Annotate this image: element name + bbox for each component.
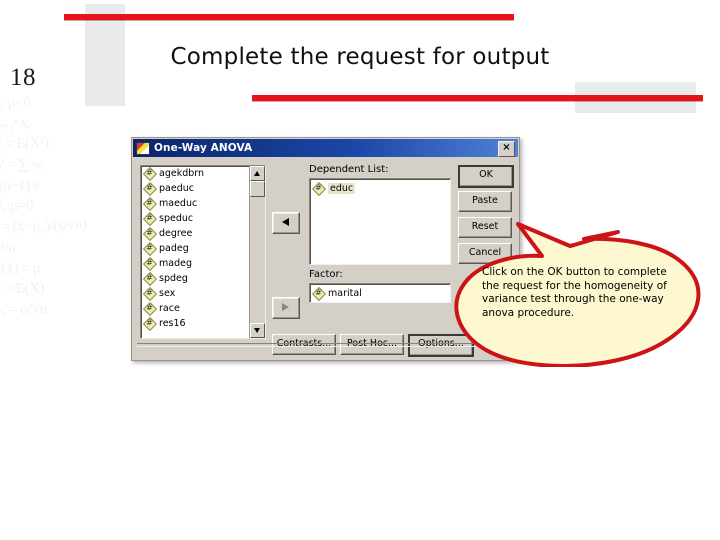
list-item[interactable]: marital: [310, 286, 362, 300]
move-to-dependent-list-button[interactable]: [272, 212, 300, 234]
list-item[interactable]: maeduc: [141, 196, 249, 211]
scale-variable-icon: [144, 242, 155, 254]
paste-button[interactable]: Paste: [458, 191, 512, 212]
dialog-titlebar: One-Way ANOVA ×: [133, 139, 518, 157]
list-item[interactable]: paeduc: [141, 181, 249, 196]
list-item[interactable]: res16: [141, 316, 249, 331]
list-item[interactable]: madeg: [141, 256, 249, 271]
scroll-up-icon[interactable]: [250, 166, 265, 181]
dependent-variable-name: educ: [328, 182, 356, 194]
variable-name: race: [159, 303, 180, 314]
callout-text: Click on the OK button to complete the r…: [482, 266, 667, 319]
list-item[interactable]: padeg: [141, 241, 249, 256]
list-item[interactable]: race: [141, 301, 249, 316]
scale-variable-icon: [313, 182, 324, 194]
decorative-red-bar-top: [64, 14, 514, 20]
variable-name: speduc: [159, 213, 194, 224]
variable-name: agekdbrn: [159, 168, 205, 179]
variable-name: sex: [159, 288, 176, 299]
variable-list-scrollbar[interactable]: [249, 166, 265, 338]
slide-canvas: 18 H₁:μ<0 ∑ᵢ₌₁ⁿ xᵢ σ² = E(X²) W = ∑ wᵢ √…: [0, 0, 720, 540]
page-title: Complete the request for output: [170, 44, 550, 70]
scale-variable-icon: [144, 167, 155, 179]
variable-name: madeg: [159, 258, 192, 269]
arrow-left-icon: [282, 218, 289, 226]
list-item[interactable]: sex: [141, 286, 249, 301]
source-variable-list[interactable]: agekdbrn paeduc maeduc speduc degree padeg mad…: [140, 165, 266, 339]
spss-app-icon: [136, 141, 150, 155]
factor-variable-name: marital: [328, 287, 362, 299]
instruction-callout: Click on the OK button to complete the r…: [452, 222, 708, 367]
variable-name: degree: [159, 228, 193, 239]
background-formula-watermark: H₁:μ<0 ∑ᵢ₌₁ⁿ xᵢ σ² = E(X²) W = ∑ wᵢ √(n−…: [0, 94, 87, 319]
variable-name: paeduc: [159, 183, 194, 194]
variable-name: res16: [159, 318, 186, 329]
list-item[interactable]: agekdbrn: [141, 166, 249, 181]
close-icon[interactable]: ×: [498, 141, 515, 157]
list-item[interactable]: degree: [141, 226, 249, 241]
move-to-factor-button[interactable]: [272, 297, 300, 319]
source-variable-list-items[interactable]: agekdbrn paeduc maeduc speduc degree padeg mad…: [141, 166, 249, 338]
decorative-red-bar-bottom: [252, 95, 703, 101]
factor-field[interactable]: marital: [309, 283, 451, 303]
scale-variable-icon: [144, 317, 155, 329]
dependent-list-label: Dependent List:: [309, 164, 389, 175]
scale-variable-icon: [144, 212, 155, 224]
dependent-list-box[interactable]: educ: [309, 178, 451, 265]
scale-variable-icon: [144, 182, 155, 194]
scrollbar-thumb[interactable]: [250, 181, 265, 197]
scale-variable-icon: [144, 257, 155, 269]
list-item[interactable]: speduc: [141, 211, 249, 226]
scale-variable-icon: [313, 287, 324, 299]
dialog-title: One-Way ANOVA: [154, 142, 253, 154]
scroll-down-icon[interactable]: [250, 323, 265, 338]
list-item[interactable]: educ: [310, 181, 450, 195]
variable-name: padeg: [159, 243, 189, 254]
scale-variable-icon: [144, 287, 155, 299]
scale-variable-icon: [144, 272, 155, 284]
ok-button[interactable]: OK: [458, 165, 514, 188]
scale-variable-icon: [144, 302, 155, 314]
variable-name: spdeg: [159, 273, 188, 284]
arrow-right-icon: [282, 303, 289, 311]
list-item[interactable]: spdeg: [141, 271, 249, 286]
scale-variable-icon: [144, 197, 155, 209]
variable-name: maeduc: [159, 198, 198, 209]
factor-label: Factor:: [309, 269, 343, 280]
scale-variable-icon: [144, 227, 155, 239]
